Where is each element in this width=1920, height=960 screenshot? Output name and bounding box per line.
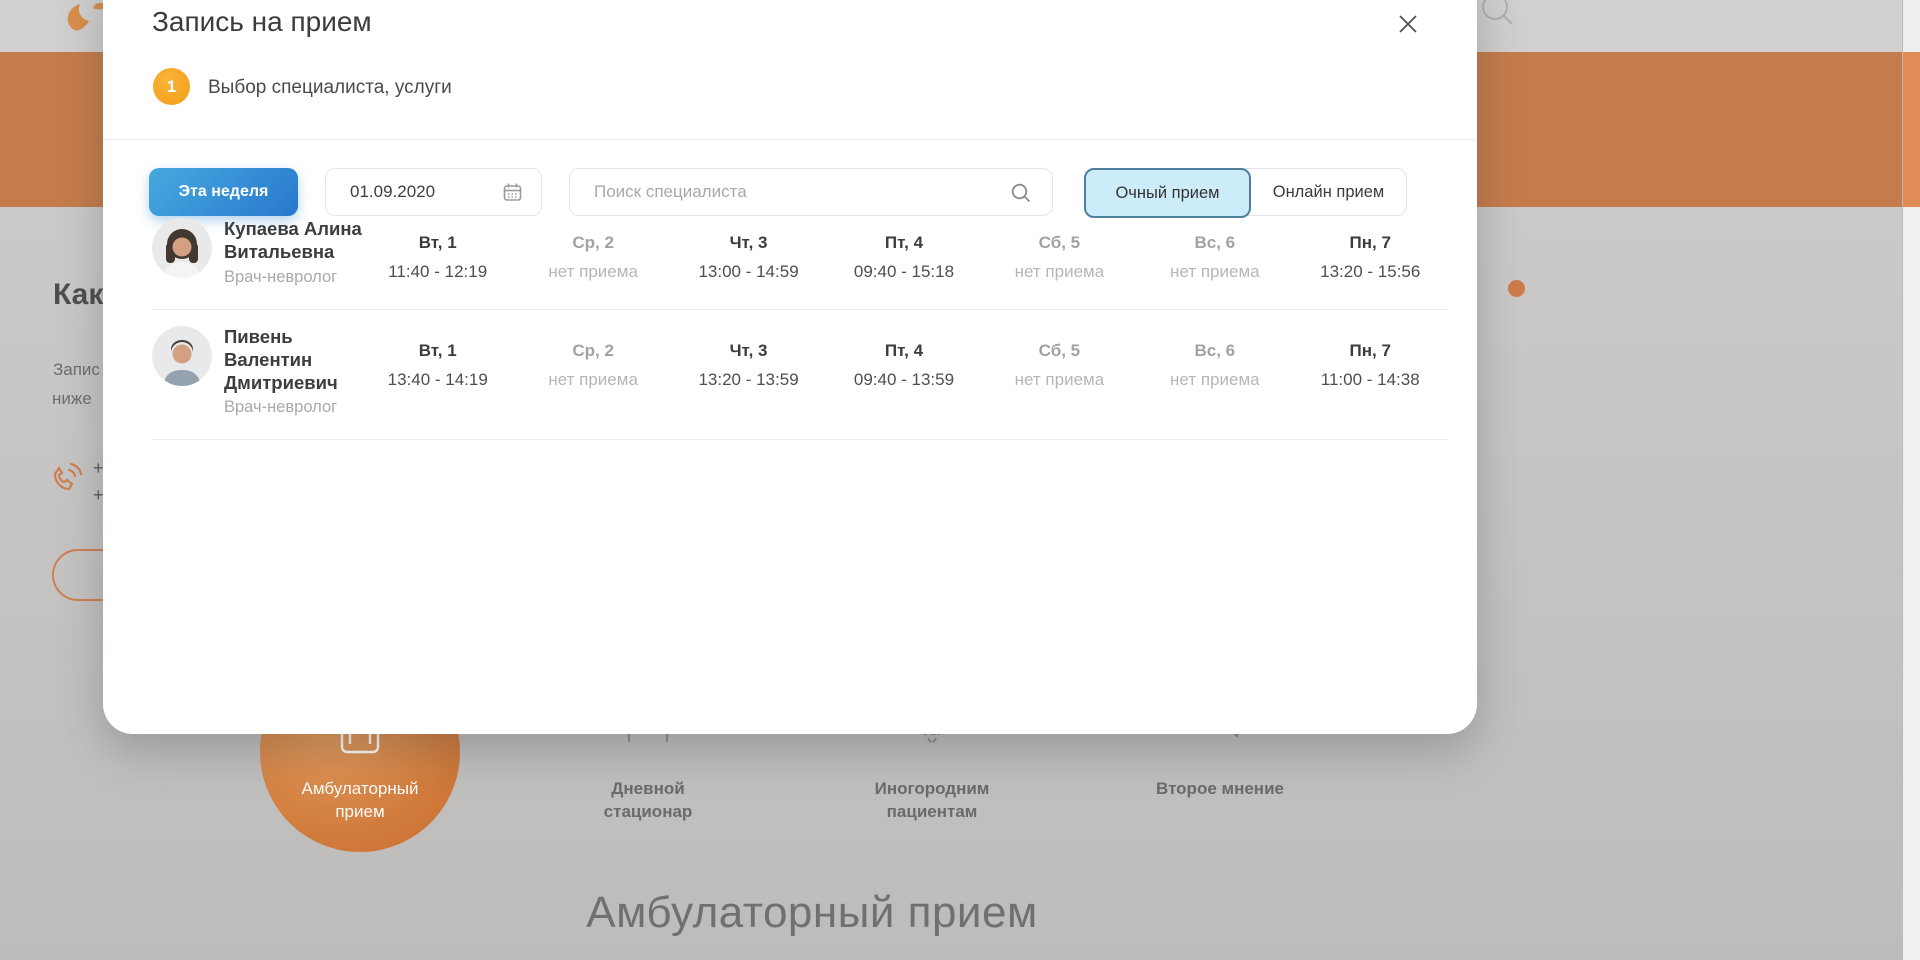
schedule-slot[interactable]: Чт, 3 13:00 - 14:59 <box>671 216 826 287</box>
schedule-slot[interactable]: Пн, 7 11:00 - 14:38 <box>1293 324 1448 418</box>
doctor-specialty: Врач-невролог <box>224 268 364 287</box>
slot-day-label: Вс, 6 <box>1137 233 1292 253</box>
section-title: Амбулаторный прием <box>586 888 1037 938</box>
slot-time: нет приема <box>982 262 1137 282</box>
doctor-name: Пивень Валентин Дмитриевич <box>224 325 364 395</box>
schedule-cells: Вт, 113:40 - 14:19Ср, 2нет приемаЧт, 313… <box>360 324 1448 418</box>
phone-icon <box>48 460 84 501</box>
divider <box>103 139 1477 140</box>
doctors-schedule-list: Купаева Алина ВитальевнаВрач-неврологВт,… <box>152 202 1448 440</box>
slot-time: нет приема <box>1137 370 1292 390</box>
scrollbar-column[interactable] <box>1902 0 1920 960</box>
slot-time: 13:20 - 13:59 <box>671 370 826 390</box>
slot-day-label: Сб, 5 <box>982 341 1137 361</box>
doctor-specialty: Врач-невролог <box>224 398 364 417</box>
service-label: Дневной стационар <box>568 778 728 824</box>
schedule-slot: Сб, 5 нет приема <box>982 216 1137 287</box>
phone-number-fragment: + <box>93 485 104 506</box>
slot-time: 13:20 - 15:56 <box>1293 262 1448 282</box>
schedule-slot[interactable]: Вт, 1 13:40 - 14:19 <box>360 324 515 418</box>
slot-time: 11:40 - 12:19 <box>360 262 515 282</box>
slot-day-label: Чт, 3 <box>671 341 826 361</box>
slot-day-label: Пн, 7 <box>1293 341 1448 361</box>
schedule-slot: Ср, 2 нет приема <box>515 324 670 418</box>
schedule-slot[interactable]: Пт, 4 09:40 - 15:18 <box>826 216 981 287</box>
doctor-row: Пивень Валентин ДмитриевичВрач-неврологВ… <box>152 310 1448 441</box>
slot-time: 13:00 - 14:59 <box>671 262 826 282</box>
modal-close-button[interactable] <box>1393 10 1423 40</box>
close-icon <box>1395 25 1421 40</box>
slot-day-label: Вт, 1 <box>360 341 515 361</box>
schedule-slot[interactable]: Пт, 4 09:40 - 13:59 <box>826 324 981 418</box>
slot-day-label: Пт, 4 <box>826 341 981 361</box>
schedule-cells: Вт, 111:40 - 12:19Ср, 2нет приемаЧт, 313… <box>360 216 1448 287</box>
search-icon <box>1478 0 1516 33</box>
schedule-slot[interactable]: Пн, 7 13:20 - 15:56 <box>1293 216 1448 287</box>
service-label: Второе мнение <box>1140 778 1300 801</box>
doctor-identity: Купаева Алина ВитальевнаВрач-невролог <box>152 216 360 287</box>
schedule-slot[interactable]: Вт, 1 11:40 - 12:19 <box>360 216 515 287</box>
modal-title: Запись на прием <box>152 6 372 38</box>
slot-day-label: Вс, 6 <box>1137 341 1292 361</box>
page-text-fragment: ниже <box>52 389 92 409</box>
schedule-slot[interactable]: Чт, 3 13:20 - 13:59 <box>671 324 826 418</box>
slot-day-label: Ср, 2 <box>515 233 670 253</box>
doctor-avatar <box>152 326 212 386</box>
doctor-row: Купаева Алина ВитальевнаВрач-неврологВт,… <box>152 202 1448 310</box>
page-text-fragment: Запис <box>53 360 100 380</box>
service-label: Иногородним пациентам <box>852 778 1012 824</box>
schedule-slot: Сб, 5 нет приема <box>982 324 1137 418</box>
slot-day-label: Пт, 4 <box>826 233 981 253</box>
schedule-slot: Ср, 2 нет приема <box>515 216 670 287</box>
appointment-modal: Запись на прием 1 Выбор специалиста, усл… <box>103 0 1477 734</box>
phone-number-fragment: + <box>93 458 104 479</box>
slot-time: 11:00 - 14:38 <box>1293 370 1448 390</box>
slot-time: 13:40 - 14:19 <box>360 370 515 390</box>
service-label: Амбулаторный прием <box>285 778 435 824</box>
slot-time: нет приема <box>1137 262 1292 282</box>
slot-day-label: Ср, 2 <box>515 341 670 361</box>
slot-time: 09:40 - 15:18 <box>826 262 981 282</box>
slot-time: 09:40 - 13:59 <box>826 370 981 390</box>
slot-day-label: Чт, 3 <box>671 233 826 253</box>
schedule-slot: Вс, 6 нет приема <box>1137 216 1292 287</box>
doctor-identity: Пивень Валентин ДмитриевичВрач-невролог <box>152 324 360 418</box>
step-number-badge: 1 <box>153 68 190 105</box>
schedule-slot: Вс, 6 нет приема <box>1137 324 1292 418</box>
slot-time: нет приема <box>515 262 670 282</box>
page-root: Как Запис ниже + + Амбулаторный прием Дне… <box>0 0 1920 960</box>
doctor-name: Купаева Алина Витальевна <box>224 217 364 264</box>
slot-time: нет приема <box>515 370 670 390</box>
slot-day-label: Сб, 5 <box>982 233 1137 253</box>
page-heading-fragment: Как <box>53 278 103 312</box>
decorative-dot <box>1508 280 1525 297</box>
step-label: Выбор специалиста, услуги <box>208 77 452 99</box>
slot-time: нет приема <box>982 370 1137 390</box>
slot-day-label: Вт, 1 <box>360 233 515 253</box>
doctor-avatar <box>152 218 212 278</box>
slot-day-label: Пн, 7 <box>1293 233 1448 253</box>
